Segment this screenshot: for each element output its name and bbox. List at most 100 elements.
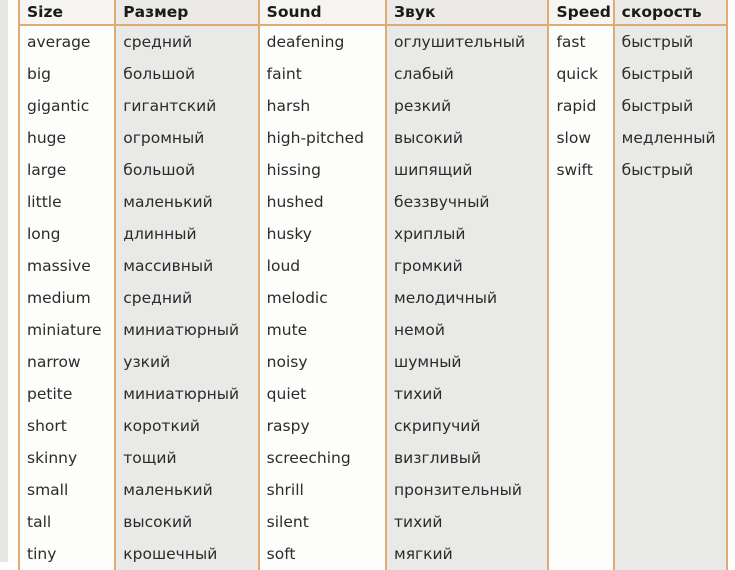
table-cell: шипящий: [386, 154, 550, 186]
table-cell: deafening: [258, 25, 388, 58]
table-cell: noisy: [258, 346, 388, 378]
table-cell: small: [19, 474, 117, 506]
table-cell: tiny: [19, 538, 117, 570]
table-cell: tall: [19, 506, 117, 538]
table-cell: [548, 538, 615, 570]
table-cell: [548, 314, 615, 346]
table-cell: пронзительный: [386, 474, 550, 506]
table-row: average средний deafening оглушительный fast…: [19, 25, 727, 58]
table-body: average средний deafening оглушительный fast…: [19, 25, 727, 570]
table-cell: long: [19, 218, 117, 250]
table-row: large большой hissing шипящий swift быстрый: [19, 154, 727, 186]
table-cell: huge: [19, 122, 117, 154]
table-cell: skinny: [19, 442, 117, 474]
table-cell: гигантский: [115, 90, 260, 122]
table-cell: оглушительный: [386, 25, 550, 58]
table-cell: беззвучный: [386, 186, 550, 218]
table-cell: [613, 282, 727, 314]
table-cell: soft: [258, 538, 388, 570]
table-cell: [548, 250, 615, 282]
table-cell: swift: [548, 154, 615, 186]
table-cell: raspy: [258, 410, 388, 442]
table-cell: большой: [115, 154, 260, 186]
table-cell: gigantic: [19, 90, 117, 122]
left-gutter-strip: [0, 0, 8, 562]
table-row: big большой faint слабый quick быстрый: [19, 58, 727, 90]
table-cell: silent: [258, 506, 388, 538]
table-cell: [548, 506, 615, 538]
table-cell: fast: [548, 25, 615, 58]
table-cell: медленный: [613, 122, 727, 154]
table-cell: medium: [19, 282, 117, 314]
table-row: tall высокий silent тихий: [19, 506, 727, 538]
table-cell: хриплый: [386, 218, 550, 250]
table-cell: мягкий: [386, 538, 550, 570]
table-cell: screeching: [258, 442, 388, 474]
table-cell: narrow: [19, 346, 117, 378]
table-cell: [548, 218, 615, 250]
table-cell: тощий: [115, 442, 260, 474]
table-cell: [613, 218, 727, 250]
page-root: Size Размер Sound Звук Speed скорость av…: [0, 0, 735, 570]
table-cell: большой: [115, 58, 260, 90]
table-cell: melodic: [258, 282, 388, 314]
table-cell: husky: [258, 218, 388, 250]
table-cell: средний: [115, 282, 260, 314]
table-cell: [613, 506, 727, 538]
table-cell: [548, 378, 615, 410]
table-cell: hushed: [258, 186, 388, 218]
table-cell: тихий: [386, 378, 550, 410]
table-cell: high-pitched: [258, 122, 388, 154]
table-row: short короткий raspy скрипучий: [19, 410, 727, 442]
table-cell: [548, 442, 615, 474]
table-cell: [548, 186, 615, 218]
table-cell: [613, 378, 727, 410]
column-header-speed-en: Speed: [548, 0, 615, 26]
table-cell: shrill: [258, 474, 388, 506]
left-margin-spacer: [8, 0, 18, 562]
table-cell: miniature: [19, 314, 117, 346]
table-cell: крошечный: [115, 538, 260, 570]
table-cell: слабый: [386, 58, 550, 90]
table-cell: quiet: [258, 378, 388, 410]
column-header-size-en: Size: [19, 0, 117, 26]
table-cell: громкий: [386, 250, 550, 282]
vocabulary-table: Size Размер Sound Звук Speed скорость av…: [18, 0, 728, 570]
table-row: tiny крошечный soft мягкий: [19, 538, 727, 570]
table-header: Size Размер Sound Звук Speed скорость: [19, 0, 727, 26]
table-cell: быстрый: [613, 58, 727, 90]
table-cell: faint: [258, 58, 388, 90]
table-row: long длинный husky хриплый: [19, 218, 727, 250]
table-cell: loud: [258, 250, 388, 282]
table-cell: массивный: [115, 250, 260, 282]
table-cell: rapid: [548, 90, 615, 122]
table-cell: mute: [258, 314, 388, 346]
table-cell: миниатюрный: [115, 378, 260, 410]
table-cell: шумный: [386, 346, 550, 378]
table-cell: [548, 474, 615, 506]
column-header-size-ru: Размер: [115, 0, 260, 26]
table-row: petite миниатюрный quiet тихий: [19, 378, 727, 410]
table-cell: [613, 538, 727, 570]
table-row: massive массивный loud громкий: [19, 250, 727, 282]
table-cell: [613, 346, 727, 378]
table-cell: big: [19, 58, 117, 90]
table-row: gigantic гигантский harsh резкий rapid быстры…: [19, 90, 727, 122]
table-cell: миниатюрный: [115, 314, 260, 346]
table-cell: быстрый: [613, 25, 727, 58]
table-cell: огромный: [115, 122, 260, 154]
table-row: little маленький hushed беззвучный: [19, 186, 727, 218]
table-cell: average: [19, 25, 117, 58]
table-cell: маленький: [115, 474, 260, 506]
table-cell: petite: [19, 378, 117, 410]
table-cell: [548, 282, 615, 314]
column-header-sound-en: Sound: [258, 0, 388, 26]
table-row: medium средний melodic мелодичный: [19, 282, 727, 314]
table-cell: harsh: [258, 90, 388, 122]
table-row: miniature миниатюрный mute немой: [19, 314, 727, 346]
table-cell: тихий: [386, 506, 550, 538]
table-cell: узкий: [115, 346, 260, 378]
table-row: small маленький shrill пронзительный: [19, 474, 727, 506]
table-cell: [613, 250, 727, 282]
table-cell: [548, 410, 615, 442]
